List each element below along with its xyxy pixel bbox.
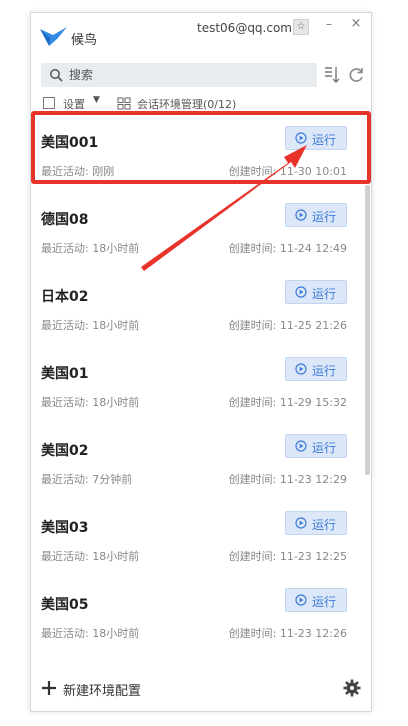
play-icon <box>295 286 307 298</box>
footer: 新建环境配置 <box>31 677 371 707</box>
scrollbar[interactable] <box>365 185 370 475</box>
created-time: 创建时间: 11-25 21:26 <box>228 319 347 332</box>
run-button[interactable]: 运行 <box>285 588 347 612</box>
run-button[interactable]: 运行 <box>285 280 347 304</box>
play-icon <box>295 209 307 221</box>
account-email[interactable]: test06@qq.com <box>197 21 292 35</box>
run-label: 运行 <box>312 364 337 378</box>
list-item[interactable]: 德国08 最近活动: 18小时前 创建时间: 11-24 12:49 运行 <box>31 185 363 262</box>
created-time: 创建时间: 11-29 15:32 <box>228 396 347 409</box>
profile-list: 美国001 最近活动: 刚刚 创建时间: 11-30 10:01 运行 德国08… <box>31 108 363 668</box>
pin-icon[interactable]: ☆ <box>293 19 309 35</box>
plus-icon[interactable] <box>41 680 57 696</box>
profile-name: 美国02 <box>41 443 89 459</box>
last-activity: 最近活动: 18小时前 <box>41 396 140 409</box>
profile-name: 美国01 <box>41 366 89 382</box>
play-icon <box>295 363 307 375</box>
close-button[interactable]: × <box>349 16 363 34</box>
bird-logo-icon <box>40 27 67 46</box>
run-label: 运行 <box>312 210 337 224</box>
list-item[interactable]: 日本02 最近活动: 18小时前 创建时间: 11-25 21:26 运行 <box>31 262 363 339</box>
chevron-down-icon: ▼ <box>93 95 100 105</box>
profile-name: 德国08 <box>41 212 89 228</box>
list-item[interactable]: 美国02 最近活动: 7分钟前 创建时间: 11-23 12:29 运行 <box>31 416 363 493</box>
last-activity: 最近活动: 7分钟前 <box>41 473 133 486</box>
last-activity: 最近活动: 18小时前 <box>41 627 140 640</box>
run-button[interactable]: 运行 <box>285 203 347 227</box>
search-input[interactable] <box>69 65 309 85</box>
created-time: 创建时间: 11-23 12:29 <box>228 473 347 486</box>
profile-name: 日本02 <box>41 289 89 305</box>
run-label: 运行 <box>312 441 337 455</box>
search-icon <box>50 69 63 82</box>
last-activity: 最近活动: 18小时前 <box>41 550 140 563</box>
search-box[interactable] <box>41 63 317 87</box>
profile-name: 美国03 <box>41 520 89 536</box>
refresh-icon[interactable] <box>347 66 365 84</box>
play-icon <box>295 594 307 606</box>
list-item[interactable]: 美国03 最近活动: 18小时前 创建时间: 11-23 12:25 运行 <box>31 493 363 570</box>
play-icon <box>295 517 307 529</box>
run-label: 运行 <box>312 287 337 301</box>
list-item[interactable]: 美国01 最近活动: 18小时前 创建时间: 11-29 15:32 运行 <box>31 339 363 416</box>
run-label: 运行 <box>312 595 337 609</box>
last-activity: 最近活动: 18小时前 <box>41 319 140 332</box>
created-time: 创建时间: 11-24 12:49 <box>228 242 347 255</box>
profile-name: 美国05 <box>41 597 89 613</box>
run-button[interactable]: 运行 <box>285 434 347 458</box>
run-button[interactable]: 运行 <box>285 511 347 535</box>
title-bar: 候鸟 test06@qq.com ☆ – × <box>31 13 371 57</box>
run-label: 运行 <box>312 518 337 532</box>
highlight-box <box>31 111 371 184</box>
sort-icon[interactable] <box>323 65 341 85</box>
new-profile-button[interactable]: 新建环境配置 <box>63 680 141 699</box>
last-activity: 最近活动: 18小时前 <box>41 242 140 255</box>
app-name: 候鸟 <box>71 33 98 48</box>
run-button[interactable]: 运行 <box>285 357 347 381</box>
created-time: 创建时间: 11-23 12:26 <box>228 627 347 640</box>
play-icon <box>295 440 307 452</box>
created-time: 创建时间: 11-23 12:25 <box>228 550 347 563</box>
gear-icon[interactable] <box>343 679 361 697</box>
list-item[interactable]: 美国05 最近活动: 18小时前 创建时间: 11-23 12:26 运行 <box>31 570 363 647</box>
minimize-button[interactable]: – <box>322 17 336 35</box>
